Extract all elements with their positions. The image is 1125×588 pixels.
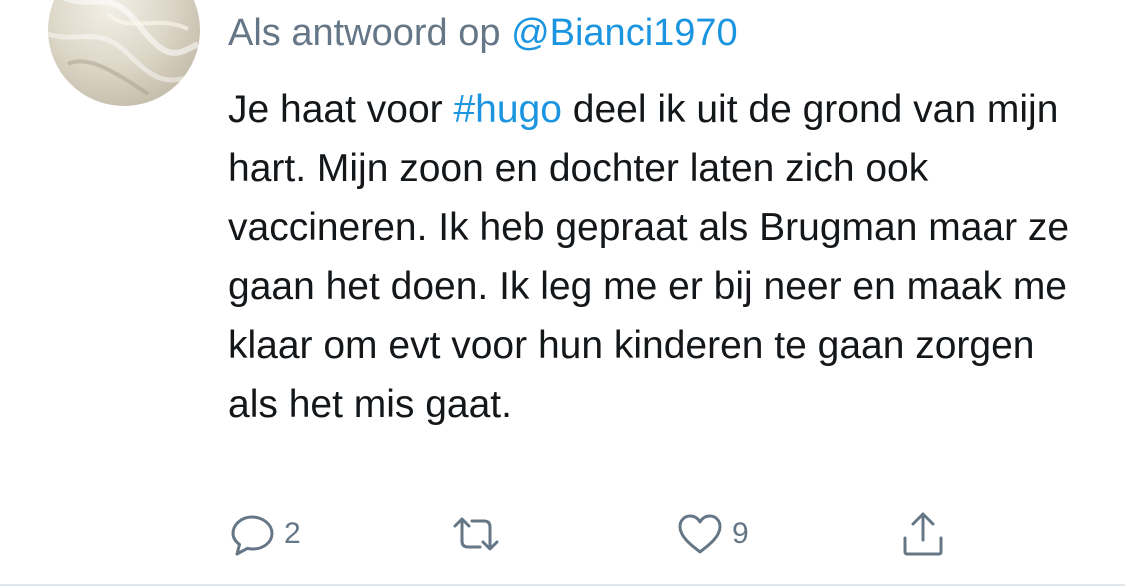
- like-button[interactable]: 9: [676, 508, 749, 560]
- tweet-text-start: Je haat voor: [228, 88, 443, 131]
- share-button[interactable]: [900, 508, 946, 560]
- reply-count: 2: [284, 517, 301, 550]
- avatar[interactable]: [48, 0, 200, 106]
- reply-button[interactable]: 2: [230, 508, 301, 560]
- retweet-icon: [450, 511, 502, 557]
- tweet-text: Je haat voor #hugo deel ik uit de grond …: [228, 80, 1088, 434]
- retweet-button[interactable]: [450, 508, 510, 560]
- tweet: Als antwoord op @Bianci1970 Je haat voor…: [0, 0, 1125, 586]
- like-count: 9: [732, 517, 749, 550]
- reply-prefix: Als antwoord op: [228, 12, 501, 54]
- divider: [0, 584, 1125, 586]
- reply-context: Als antwoord op @Bianci1970: [228, 10, 738, 56]
- share-icon: [900, 510, 946, 558]
- reply-mention-link[interactable]: @Bianci1970: [511, 12, 738, 54]
- reply-icon: [230, 511, 276, 557]
- tweet-actions: 2 9: [228, 508, 1088, 560]
- tweet-text-rest: deel ik uit de grond van mijn hart. Mijn…: [228, 88, 1070, 426]
- hashtag-link[interactable]: #hugo: [453, 88, 561, 131]
- heart-icon: [676, 511, 724, 557]
